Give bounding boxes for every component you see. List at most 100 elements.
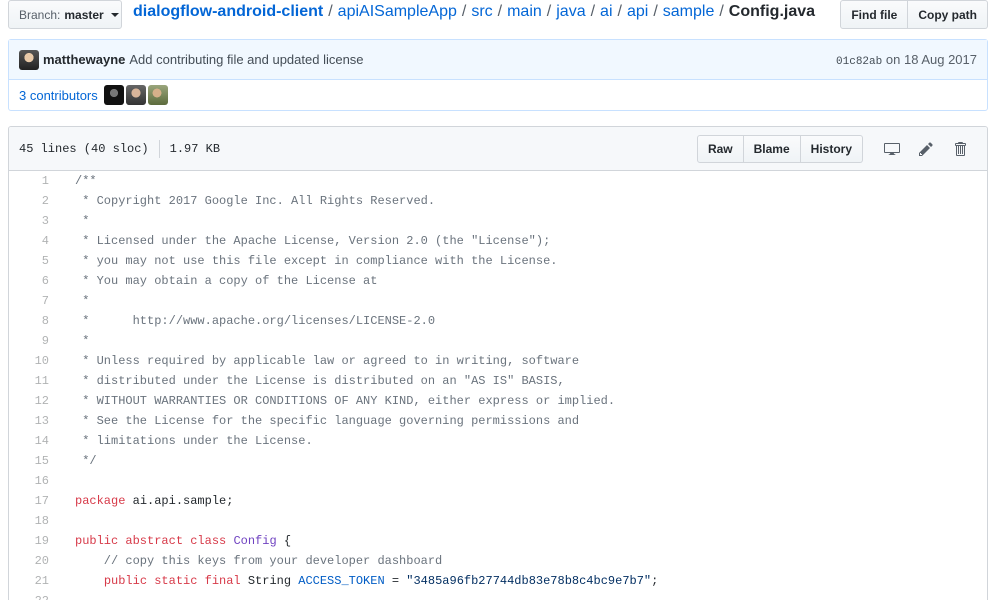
line-number[interactable]: 16 — [9, 471, 59, 491]
line-number[interactable]: 18 — [9, 511, 59, 531]
commit-date: 18 Aug 2017 — [903, 51, 977, 67]
code-plain: ; — [651, 574, 659, 588]
raw-button[interactable]: Raw — [696, 134, 744, 163]
avatar[interactable] — [19, 49, 39, 70]
line-number[interactable]: 5 — [9, 251, 59, 271]
line-number[interactable]: 14 — [9, 431, 59, 451]
code-text: * Unless required by applicable law or a… — [75, 354, 580, 368]
blame-button[interactable]: Blame — [743, 134, 801, 163]
line-number[interactable]: 17 — [9, 491, 59, 511]
code-line: 1 /** — [9, 171, 987, 191]
code-text: * distributed under the License is distr… — [75, 374, 565, 388]
breadcrumb-separator: / — [328, 3, 333, 20]
avatar[interactable] — [125, 85, 146, 105]
breadcrumb: dialogflow-android-client / apiAISampleApp… — [133, 3, 815, 21]
line-number[interactable]: 1 — [9, 171, 59, 191]
code-constant: ACCESS_TOKEN — [298, 574, 385, 588]
code-text: /** — [75, 174, 97, 188]
code-text: // copy this keys from your developer da… — [75, 554, 443, 568]
code-line: 14 * limitations under the License. — [9, 431, 987, 451]
commit-tease: matthewayne Add contributing file and up… — [9, 40, 987, 80]
file-size: 1.97 KB — [169, 141, 221, 156]
code-text: * http://www.apache.org/licenses/LICENSE… — [75, 314, 436, 328]
branch-name: master — [64, 7, 104, 22]
desktop-icon[interactable] — [875, 135, 909, 163]
code-table: 1 /** 2 * Copyright 2017 Google Inc. All … — [9, 171, 987, 600]
code-text: * Copyright 2017 Google Inc. All Rights … — [75, 194, 436, 208]
code-line: 8 * http://www.apache.org/licenses/LICEN… — [9, 311, 987, 331]
breadcrumb-repo-link[interactable]: dialogflow-android-client — [133, 3, 323, 20]
code-line: 2 * Copyright 2017 Google Inc. All Right… — [9, 191, 987, 211]
branch-select-button[interactable]: Branch: master — [8, 0, 122, 29]
code-keyword: public abstract class — [75, 534, 227, 548]
line-number[interactable]: 20 — [9, 551, 59, 571]
commit-sha-link[interactable]: 01c82ab — [836, 56, 882, 68]
breadcrumb-link-main[interactable]: main — [507, 3, 542, 20]
code-line: 17 package ai.api.sample; — [9, 491, 987, 511]
line-number[interactable]: 10 — [9, 351, 59, 371]
chevron-down-icon — [110, 13, 119, 17]
breadcrumb-current-file: Config.java — [728, 3, 816, 20]
code-text: public abstract class Config { — [59, 531, 291, 551]
code-keyword: public static final — [103, 574, 241, 588]
line-number[interactable]: 15 — [9, 451, 59, 471]
line-number[interactable]: 21 — [9, 571, 59, 591]
commit-message-link[interactable]: Add contributing file and updated licens… — [129, 52, 363, 67]
code-line: 9 * — [9, 331, 987, 351]
avatar[interactable] — [103, 85, 124, 105]
code-line: 5 * you may not use this file except in … — [9, 251, 987, 271]
line-number[interactable]: 22 — [9, 591, 59, 600]
code-class-name: Config — [233, 534, 277, 548]
contributors-link[interactable]: 3 contributors — [19, 88, 98, 103]
breadcrumb-link-ai[interactable]: ai — [600, 3, 612, 20]
line-number[interactable]: 7 — [9, 291, 59, 311]
line-number[interactable]: 9 — [9, 331, 59, 351]
commit-author-link[interactable]: matthewayne — [43, 52, 125, 67]
file-viewer: 45 lines (40 sloc) 1.97 KB Raw Blame His… — [8, 126, 988, 600]
file-view-buttons: Raw Blame History — [696, 134, 863, 163]
line-number[interactable]: 11 — [9, 371, 59, 391]
code-plain: ai.api.sample; — [125, 494, 234, 508]
line-number[interactable]: 4 — [9, 231, 59, 251]
code-text: * Licensed under the Apache License, Ver… — [75, 234, 551, 248]
line-number[interactable]: 3 — [9, 211, 59, 231]
line-number[interactable]: 12 — [9, 391, 59, 411]
latest-commit-box: matthewayne Add contributing file and up… — [8, 39, 988, 111]
code-line: 16 — [9, 471, 987, 491]
breadcrumb-link-java[interactable]: java — [556, 3, 585, 20]
breadcrumb-link-src[interactable]: src — [471, 3, 492, 20]
commit-date-prefix: on — [885, 51, 901, 67]
history-button[interactable]: History — [800, 134, 863, 163]
line-number[interactable]: 2 — [9, 191, 59, 211]
copy-path-button[interactable]: Copy path — [908, 0, 988, 29]
code-text: * limitations under the License. — [75, 434, 313, 448]
line-number[interactable]: 19 — [9, 531, 59, 551]
pencil-icon[interactable] — [909, 135, 943, 163]
line-number[interactable]: 8 — [9, 311, 59, 331]
avatar[interactable] — [147, 85, 168, 105]
breadcrumb-link-sample[interactable]: sample — [663, 3, 715, 20]
branch-label: Branch: — [19, 7, 61, 22]
code-line: 10 * Unless required by applicable law o… — [9, 351, 987, 371]
code-line: 7 * — [9, 291, 987, 311]
code-string: "3485a96fb27744db83e78b8c4bc9e7b7" — [406, 574, 652, 588]
line-number[interactable]: 6 — [9, 271, 59, 291]
code-text: package ai.api.sample; — [59, 491, 233, 511]
code-text: * You may obtain a copy of the License a… — [75, 274, 378, 288]
divider — [158, 139, 160, 158]
breadcrumb-separator: / — [590, 3, 596, 20]
file-nav-actions: Find file Copy path — [840, 0, 988, 29]
code-plain: { — [276, 534, 292, 548]
breadcrumb-link-api[interactable]: api — [627, 3, 648, 20]
code-text: * See the License for the specific langu… — [75, 414, 580, 428]
breadcrumb-link-apiaisampleapp[interactable]: apiAISampleApp — [338, 3, 457, 20]
find-file-button[interactable]: Find file — [840, 0, 909, 29]
contributors-row: 3 contributors — [9, 80, 987, 110]
code-text: * — [75, 294, 90, 308]
line-number[interactable]: 13 — [9, 411, 59, 431]
trash-icon[interactable] — [943, 135, 977, 163]
code-line: 22 — [9, 591, 987, 600]
